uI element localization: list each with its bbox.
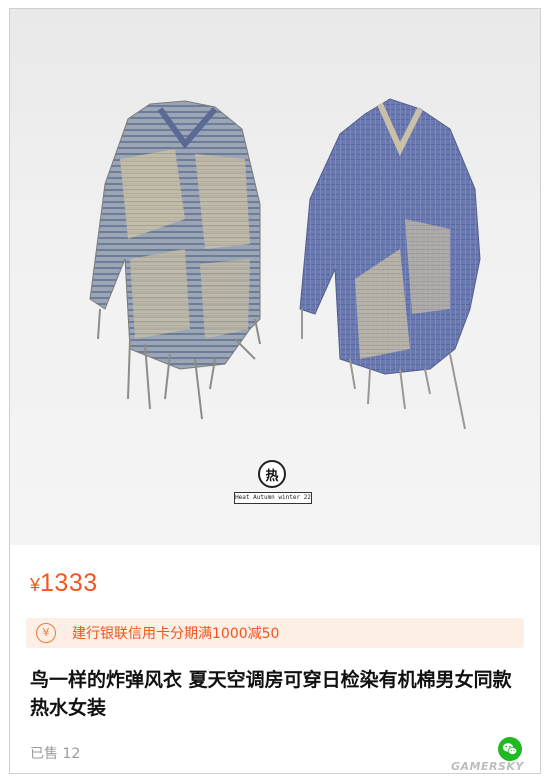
watermark: GAMERSKY	[451, 760, 524, 773]
promo-bar[interactable]: ¥ 建行银联信用卡分期满1000减50	[26, 618, 524, 648]
product-photo[interactable]: 热 Heat Autumn winter 22	[10, 9, 540, 545]
price: ¥1333	[30, 569, 98, 598]
product-card: 热 Heat Autumn winter 22 ¥1333 ¥ 建行银联信用卡分…	[9, 8, 541, 774]
sold-count: 已售 12	[30, 746, 81, 762]
promo-text: 建行银联信用卡分期满1000减50	[72, 626, 280, 642]
right-jacket	[299, 98, 481, 430]
currency-symbol: ¥	[30, 575, 41, 595]
brand-tag-label: Heat Autumn winter 22	[234, 492, 312, 504]
yen-coin-icon: ¥	[36, 623, 56, 643]
wechat-icon[interactable]	[498, 737, 522, 761]
brand-logo: 热	[258, 460, 286, 488]
left-jacket	[89, 100, 261, 420]
product-info: ¥1333 ¥ 建行银联信用卡分期满1000减50 鸟一样的炸弹风衣 夏天空调房…	[10, 545, 540, 773]
price-amount: 1333	[40, 569, 98, 597]
product-title: 鸟一样的炸弹风衣 夏天空调房可穿日检染有机棉男女同款热水女装	[30, 669, 512, 719]
